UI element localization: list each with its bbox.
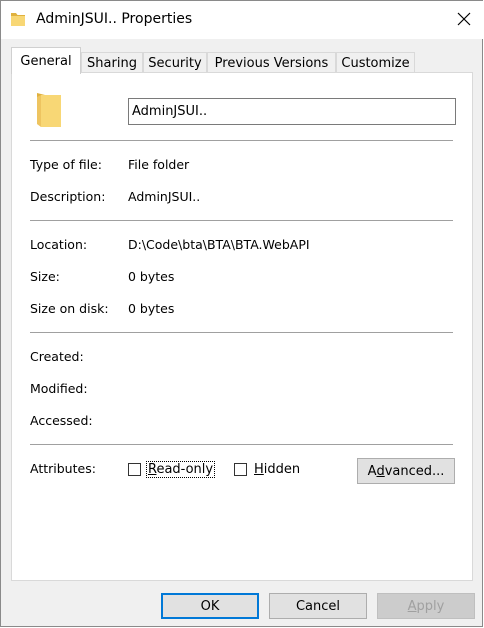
divider: [30, 332, 453, 333]
size-on-disk-value: 0 bytes: [128, 301, 175, 316]
description-value: AdminJSUI..: [128, 189, 201, 204]
advanced-button[interactable]: Ad vanced...: [357, 458, 455, 484]
folder-name-input[interactable]: [128, 98, 456, 125]
cancel-button[interactable]: Cancel: [269, 593, 367, 619]
divider: [30, 444, 453, 445]
folder-icon: [11, 12, 25, 29]
readonly-checkbox-row[interactable]: Read-only: [128, 461, 216, 478]
tab-sharing[interactable]: Sharing: [81, 52, 143, 73]
type-label: Type of file:: [30, 157, 102, 172]
tab-general[interactable]: General: [11, 47, 81, 74]
ok-button[interactable]: OK: [161, 593, 259, 619]
properties-window: AdminJSUI.. Properties General Sharing S…: [0, 0, 483, 627]
tab-previous-versions[interactable]: Previous Versions: [207, 52, 336, 73]
hidden-label[interactable]: Hidden: [253, 462, 301, 477]
size-value: 0 bytes: [128, 269, 175, 284]
location-label: Location:: [30, 237, 88, 252]
size-label: Size:: [30, 269, 60, 284]
divider: [30, 220, 453, 221]
title-bar[interactable]: AdminJSUI.. Properties: [1, 1, 483, 39]
close-button[interactable]: [447, 5, 481, 35]
readonly-checkbox[interactable]: [128, 463, 141, 476]
created-label: Created:: [30, 349, 84, 364]
close-icon: [457, 12, 471, 29]
description-label: Description:: [30, 189, 106, 204]
accessed-label: Accessed:: [30, 413, 93, 428]
tab-customize[interactable]: Customize: [336, 52, 415, 73]
tab-security[interactable]: Security: [143, 52, 207, 73]
divider: [30, 140, 453, 141]
apply-button[interactable]: Apply: [377, 593, 475, 619]
tab-strip: General Sharing Security Previous Versio…: [11, 45, 475, 74]
hidden-checkbox[interactable]: [234, 463, 247, 476]
size-on-disk-label: Size on disk:: [30, 301, 109, 316]
attributes-label: Attributes:: [30, 461, 96, 476]
readonly-label[interactable]: Read-only: [145, 461, 216, 478]
modified-label: Modified:: [30, 381, 88, 396]
folder-icon: [37, 93, 61, 130]
hidden-checkbox-row[interactable]: Hidden: [234, 462, 301, 477]
window-title: AdminJSUI.. Properties: [36, 11, 193, 27]
general-panel: Type of file: File folder Description: A…: [11, 72, 473, 581]
type-value: File folder: [128, 157, 190, 172]
location-value: D:\Code\bta\BTA\BTA.WebAPI: [128, 237, 310, 252]
